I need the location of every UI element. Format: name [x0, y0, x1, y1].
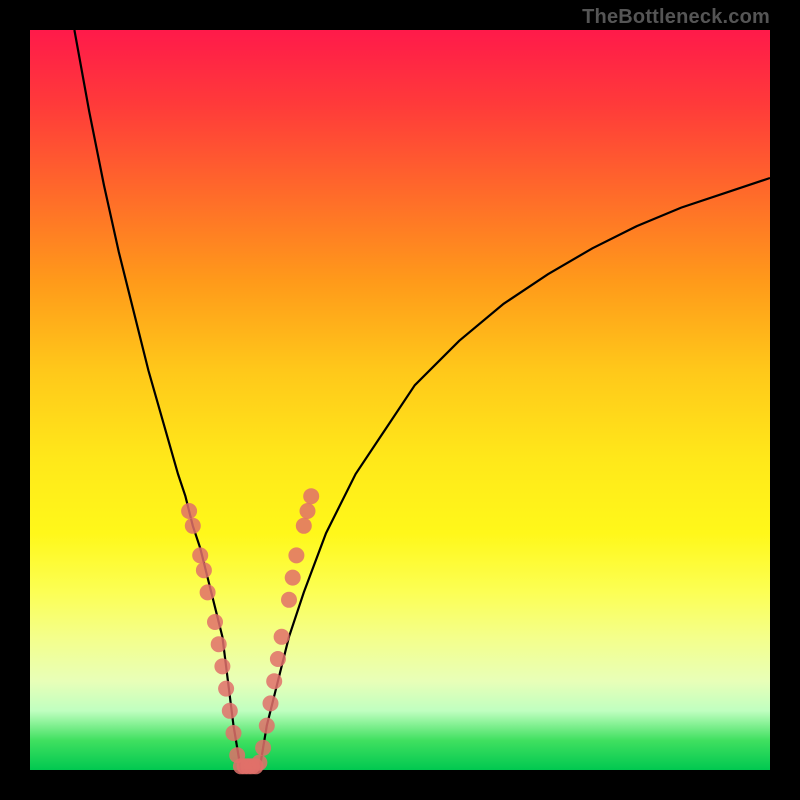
data-point — [181, 503, 197, 519]
data-point — [207, 614, 223, 630]
scatter-group — [181, 488, 319, 774]
data-point — [226, 725, 242, 741]
data-point — [274, 629, 290, 645]
data-point — [285, 570, 301, 586]
data-point — [255, 740, 271, 756]
plot-area — [30, 30, 770, 770]
data-point — [263, 695, 279, 711]
data-point — [300, 503, 316, 519]
curve-group — [74, 30, 770, 770]
chart-frame: TheBottleneck.com — [0, 0, 800, 800]
chart-svg — [30, 30, 770, 770]
data-point — [218, 681, 234, 697]
data-point — [185, 518, 201, 534]
data-point — [266, 673, 282, 689]
left-curve — [74, 30, 241, 770]
data-point — [296, 518, 312, 534]
data-point — [222, 703, 238, 719]
data-point — [192, 547, 208, 563]
data-point — [251, 755, 267, 771]
data-point — [200, 584, 216, 600]
data-point — [303, 488, 319, 504]
data-point — [288, 547, 304, 563]
right-curve — [259, 178, 770, 770]
data-point — [281, 592, 297, 608]
data-point — [211, 636, 227, 652]
data-point — [270, 651, 286, 667]
data-point — [259, 718, 275, 734]
data-point — [196, 562, 212, 578]
watermark-text: TheBottleneck.com — [582, 6, 770, 29]
data-point — [214, 658, 230, 674]
